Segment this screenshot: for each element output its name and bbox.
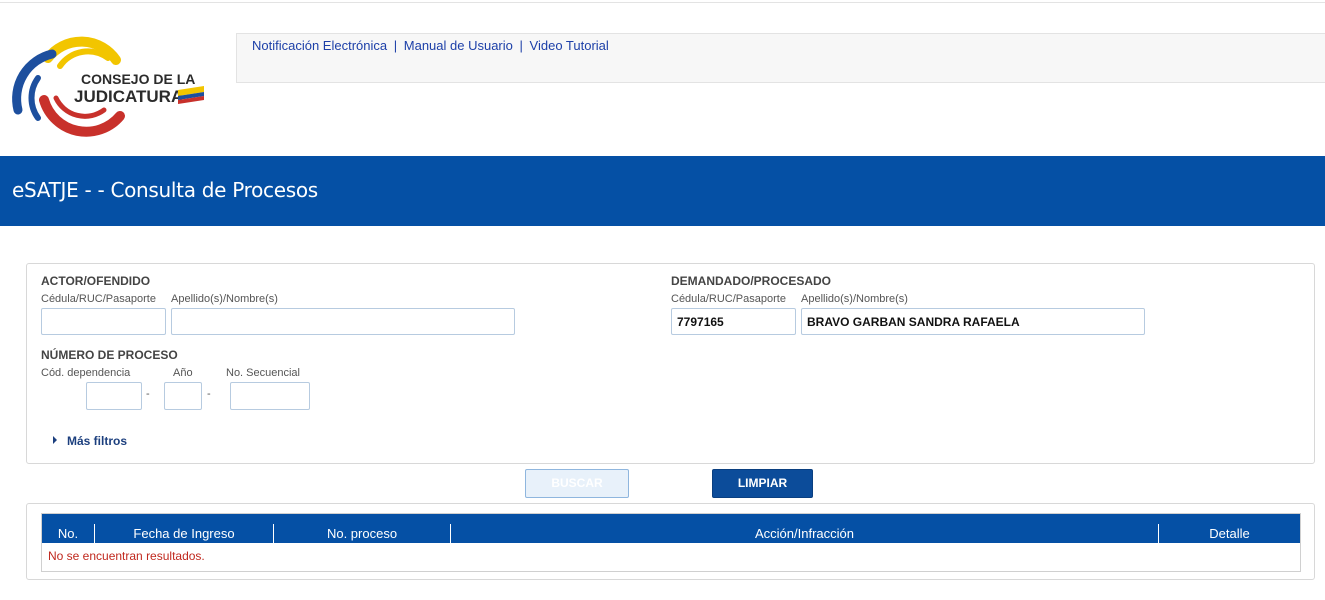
results-panel: No. Fecha de Ingreso No. proceso Acción/… [26,503,1315,580]
link-separator: | [519,38,523,53]
top-divider [0,2,1325,3]
link-separator: | [393,38,398,53]
empty-results-message: No se encuentran resultados. [48,549,205,563]
logo-text-line2: JUDICATURA [74,87,183,106]
search-form-panel: ACTOR/OFENDIDO Cédula/RUC/Pasaporte Apel… [26,263,1315,464]
more-filters-label: Más filtros [67,434,128,448]
dash-separator: - [146,388,150,400]
demandado-name-label: Apellido(s)/Nombre(s) [801,293,908,305]
page-title: eSATJE - - Consulta de Procesos [12,178,318,202]
column-header-detalle[interactable]: Detalle [1158,524,1300,543]
consejo-judicatura-logo[interactable]: CONSEJO DE LA JUDICATURA [8,18,208,143]
dependencia-label: Cód. dependencia [41,367,131,379]
column-header-no[interactable]: No. [42,524,94,543]
demandado-section-title: DEMANDADO/PROCESADO [671,274,832,288]
anio-input[interactable] [164,382,202,410]
actor-name-input[interactable] [171,308,515,335]
dash-separator: - [207,388,211,400]
top-links-bar: Notificación Electrónica | Manual de Usu… [236,33,1325,83]
logo-text-line1: CONSEJO DE LA [81,71,195,87]
link-notificacion-electronica[interactable]: Notificación Electrónica [252,38,387,53]
column-header-accion[interactable]: Acción/Infracción [450,524,1158,543]
demandado-id-label: Cédula/RUC/Pasaporte [671,293,786,305]
column-header-fecha[interactable]: Fecha de Ingreso [94,524,273,543]
proceso-section-title: NÚMERO DE PROCESO [41,348,178,362]
page-banner: eSATJE - - Consulta de Procesos [0,156,1325,226]
link-video-tutorial[interactable]: Video Tutorial [530,38,609,53]
anio-label: Año [173,367,193,379]
actor-section-title: ACTOR/OFENDIDO [41,274,151,288]
secuencial-input[interactable] [230,382,310,410]
more-filters-toggle[interactable]: Más filtros [53,434,127,448]
demandado-id-input[interactable] [671,308,796,335]
clear-button[interactable]: LIMPIAR [712,469,813,498]
actor-name-label: Apellido(s)/Nombre(s) [171,293,278,305]
secuencial-label: No. Secuencial [226,367,300,379]
search-button[interactable]: BUSCAR [525,469,629,498]
column-header-proceso[interactable]: No. proceso [273,524,450,543]
table-top-stripe [42,514,1300,524]
demandado-name-input[interactable] [801,308,1145,335]
results-table: No. Fecha de Ingreso No. proceso Acción/… [41,513,1301,572]
link-manual-usuario[interactable]: Manual de Usuario [404,38,513,53]
actor-id-input[interactable] [41,308,166,335]
table-header-row: No. Fecha de Ingreso No. proceso Acción/… [42,524,1300,543]
caret-right-icon [53,436,57,444]
top-links: Notificación Electrónica | Manual de Usu… [252,38,609,53]
dependencia-input[interactable] [86,382,142,410]
actor-id-label: Cédula/RUC/Pasaporte [41,293,156,305]
